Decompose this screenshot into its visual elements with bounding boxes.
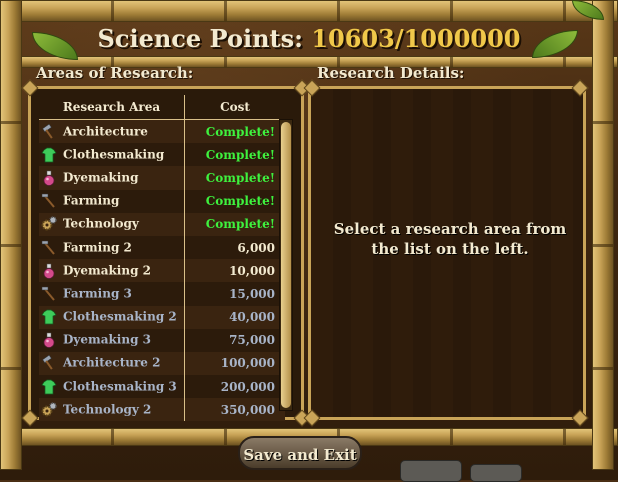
research-cost-cell: Complete!	[184, 119, 285, 144]
research-area-name: Clothesmaking	[63, 147, 165, 162]
shirt-icon	[41, 309, 57, 325]
research-row[interactable]: Clothesmaking Complete!	[39, 143, 285, 167]
research-area-name: Architecture	[63, 124, 148, 139]
research-row[interactable]: Farming 2 6,000	[39, 235, 285, 260]
bamboo-left	[0, 0, 22, 470]
research-area-name: Dyemaking	[63, 170, 139, 185]
research-cost-cell: 100,000	[184, 351, 285, 376]
science-points-value: 10603/1000000	[311, 24, 521, 53]
stone-decoration	[470, 464, 522, 482]
research-area-name: Dyemaking 3	[63, 332, 152, 347]
potion-icon	[41, 170, 57, 186]
research-row[interactable]: Dyemaking Complete!	[39, 166, 285, 190]
research-row[interactable]: Architecture 2 100,000	[39, 351, 285, 376]
science-points-label: Science Points:	[97, 24, 303, 53]
research-area-name: Dyemaking 2	[63, 263, 152, 278]
shirt-icon	[41, 379, 57, 395]
details-heading: Research Details:	[317, 64, 465, 82]
research-cost-cell: 75,000	[184, 328, 285, 352]
scrollbar-thumb[interactable]	[281, 122, 291, 408]
research-row[interactable]: Technology 2 350,000	[39, 398, 285, 422]
research-row[interactable]: Farming 3 15,000	[39, 282, 285, 306]
science-points-title: Science Points: 10603/1000000	[0, 24, 618, 53]
research-cost-cell: Complete!	[184, 166, 285, 190]
research-area-cell: Farming	[39, 189, 185, 213]
research-area-name: Farming 2	[63, 240, 132, 255]
research-area-name: Technology 2	[63, 402, 152, 417]
research-area-cell: Farming 3	[39, 282, 185, 306]
research-row[interactable]: Architecture Complete!	[39, 119, 285, 144]
column-header-cost: Cost	[184, 95, 285, 120]
research-area-cell: Architecture 2	[39, 351, 185, 376]
research-row[interactable]: Farming Complete!	[39, 189, 285, 213]
research-area-name: Farming	[63, 193, 120, 208]
research-rows: Architecture Complete! Clothesmaking Comple…	[39, 119, 285, 422]
research-area-cell: Dyemaking 3	[39, 328, 185, 352]
research-area-cell: Dyemaking	[39, 166, 185, 190]
research-area-cell: Dyemaking 2	[39, 259, 185, 283]
save-and-exit-button[interactable]: Save and Exit	[238, 436, 362, 470]
gears-icon	[41, 216, 57, 232]
research-row[interactable]: Clothesmaking 2 40,000	[39, 305, 285, 329]
research-area-cell: Technology	[39, 212, 185, 236]
research-cost-cell: 10,000	[184, 259, 285, 283]
stone-decoration	[400, 460, 462, 482]
column-header-area: Research Area	[39, 95, 185, 120]
research-cost-cell: Complete!	[184, 143, 285, 167]
scrollbar[interactable]	[279, 119, 293, 411]
research-area-name: Architecture 2	[63, 355, 161, 370]
potion-icon	[41, 263, 57, 279]
research-table: Research Area Cost Architecture Complete!…	[39, 95, 285, 422]
research-cost-cell: 350,000	[184, 398, 285, 422]
research-area-cell: Clothesmaking 2	[39, 305, 185, 329]
research-area-cell: Farming 2	[39, 235, 185, 260]
research-cost-cell: 15,000	[184, 282, 285, 306]
shirt-icon	[41, 147, 57, 163]
research-row[interactable]: Dyemaking 3 75,000	[39, 328, 285, 352]
hammer-icon	[41, 355, 57, 371]
bamboo-top	[0, 0, 618, 22]
research-area-name: Farming 3	[63, 286, 132, 301]
research-area-cell: Clothesmaking	[39, 143, 185, 167]
research-area-name: Clothesmaking 3	[63, 379, 177, 394]
research-cost-cell: Complete!	[184, 212, 285, 236]
research-list-panel: Research Area Cost Architecture Complete!…	[28, 86, 304, 422]
areas-heading: Areas of Research:	[36, 64, 194, 82]
details-message: Select a research area from the list on …	[333, 220, 567, 258]
hammer-icon	[41, 123, 57, 140]
bamboo-right	[592, 0, 614, 470]
research-cost-cell: 40,000	[184, 305, 285, 329]
research-area-cell: Technology 2	[39, 398, 185, 422]
gears-icon	[41, 402, 57, 418]
research-area-name: Technology	[63, 216, 139, 231]
research-row[interactable]: Dyemaking 2 10,000	[39, 259, 285, 283]
hoe-icon	[41, 240, 57, 256]
research-area-cell: Clothesmaking 3	[39, 375, 185, 399]
research-row[interactable]: Technology Complete!	[39, 212, 285, 236]
potion-icon	[41, 332, 57, 349]
research-row[interactable]: Clothesmaking 3 200,000	[39, 375, 285, 399]
research-area-cell: Architecture	[39, 119, 185, 144]
research-details-panel: Select a research area from the list on …	[308, 86, 586, 420]
hoe-icon	[41, 286, 57, 302]
research-cost-cell: 6,000	[184, 235, 285, 260]
research-cost-cell: Complete!	[184, 189, 285, 213]
hoe-icon	[41, 193, 57, 209]
research-area-name: Clothesmaking 2	[63, 309, 177, 324]
research-cost-cell: 200,000	[184, 375, 285, 399]
